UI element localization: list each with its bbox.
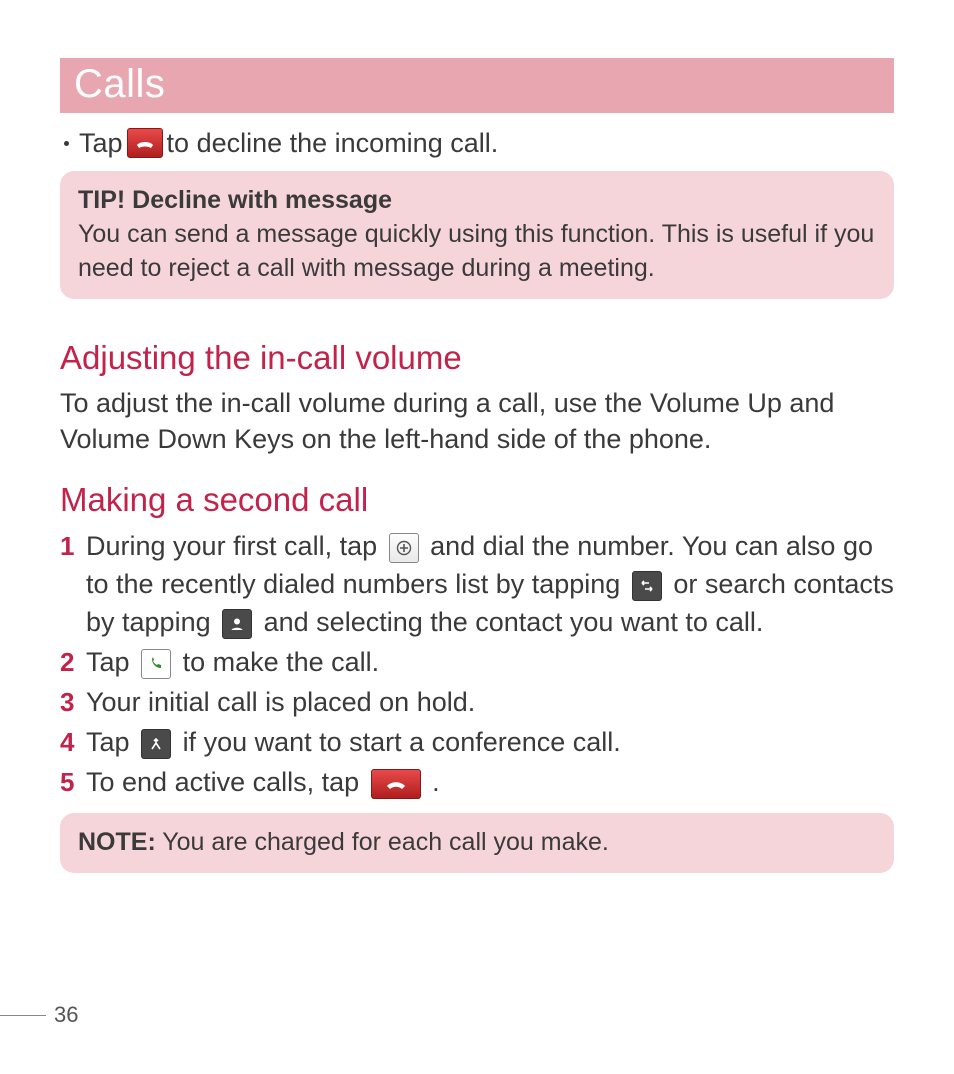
step-number: 4 (60, 723, 86, 761)
step-3: 3 Your initial call is placed on hold. (60, 683, 894, 721)
note-label: NOTE: (78, 828, 156, 856)
step-number: 2 (60, 643, 86, 681)
step-5: 5 To end active calls, tap . (60, 763, 894, 801)
decline-text-post: to decline the incoming call. (167, 125, 499, 161)
step-text: Your initial call is placed on hold. (86, 683, 894, 721)
step-text: Tap (86, 647, 137, 677)
tip-box: TIP! Decline with message You can send a… (60, 171, 894, 299)
step-number: 1 (60, 527, 86, 565)
tip-body: You can send a message quickly using thi… (78, 217, 876, 285)
note-box: NOTE: You are charged for each call you … (60, 813, 894, 873)
step-text: . (432, 767, 440, 797)
bullet-icon (64, 141, 69, 146)
page-number: 36 (0, 1002, 78, 1028)
section-body-volume: To adjust the in-call volume during a ca… (60, 385, 894, 457)
section-heading-volume: Adjusting the in-call volume (60, 339, 894, 377)
step-4: 4 Tap if you want to start a conference … (60, 723, 894, 761)
step-text: Tap (86, 727, 137, 757)
end-call-icon (371, 769, 421, 799)
add-call-icon (389, 533, 419, 563)
step-text: To end active calls, tap (86, 767, 367, 797)
page-number-rule (0, 1015, 46, 1016)
merge-calls-icon (141, 729, 171, 759)
step-2: 2 Tap to make the call. (60, 643, 894, 681)
tip-title: TIP! Decline with message (78, 183, 876, 217)
page-number-text: 36 (54, 1002, 78, 1028)
step-text: if you want to start a conference call. (183, 727, 621, 757)
call-icon (141, 649, 171, 679)
contacts-icon (222, 609, 252, 639)
decline-call-icon (127, 128, 163, 158)
step-text: and selecting the contact you want to ca… (264, 607, 764, 637)
decline-text-pre: Tap (79, 125, 123, 161)
decline-call-instruction: Tap to decline the incoming call. (60, 125, 894, 161)
step-text: During your first call, tap (86, 531, 385, 561)
page-title: Calls (60, 58, 894, 113)
step-number: 5 (60, 763, 86, 801)
numbered-steps: 1 During your first call, tap and dial t… (60, 527, 894, 801)
manual-page: Calls Tap to decline the incoming call. … (0, 0, 954, 1074)
step-text: to make the call. (183, 647, 380, 677)
step-number: 3 (60, 683, 86, 721)
section-heading-second-call: Making a second call (60, 481, 894, 519)
step-1: 1 During your first call, tap and dial t… (60, 527, 894, 641)
call-log-icon (632, 571, 662, 601)
note-body: You are charged for each call you make. (156, 828, 609, 856)
